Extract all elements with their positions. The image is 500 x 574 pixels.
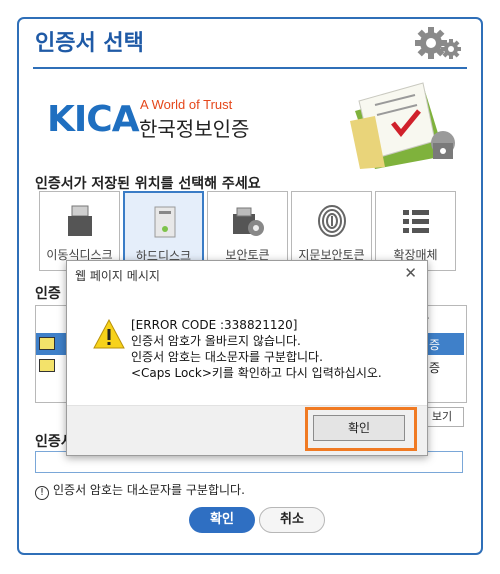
dialog-ok-button[interactable]: 확인 xyxy=(313,415,405,441)
kica-logo-mark: KICA xyxy=(47,99,140,140)
dialog-message: [ERROR CODE :338821120] 인증서 암호가 올바르지 않습니… xyxy=(131,317,382,381)
kica-logo: KICA A World of Trust 한국정보인증 xyxy=(47,95,287,157)
media-fingerprint-token[interactable]: 지문보안토큰 xyxy=(291,191,372,271)
window-title: 인증서 선택 xyxy=(35,31,144,56)
cancel-button[interactable]: 취소 xyxy=(259,507,325,533)
password-hint-text: 인증서 암호는 대소문자를 구분합니다. xyxy=(53,483,245,497)
password-hint: ! 인증서 암호는 대소문자를 구분합니다. xyxy=(35,481,245,500)
certificate-folder-icon xyxy=(350,82,455,169)
title-divider xyxy=(33,67,467,69)
certificate-icon xyxy=(39,337,55,350)
media-security-token[interactable]: 보안토큰 xyxy=(207,191,288,271)
message-line: 인증서 암호는 대소문자를 구분합니다. xyxy=(131,350,323,364)
media-hard-disk[interactable]: 하드디스크 xyxy=(123,191,204,271)
info-icon: ! xyxy=(35,486,49,500)
list-icon xyxy=(403,210,429,233)
cert-list-label: 인증 xyxy=(35,286,61,302)
logo-korean-name: 한국정보인증 xyxy=(139,117,250,141)
settings-gear-icon[interactable] xyxy=(413,25,467,65)
storage-media-row: 이동식디스크 하드디스크 보안토큰 지문보안토큰 확장매체 xyxy=(39,191,459,271)
usb-drive-icon xyxy=(68,205,92,236)
message-line: 인증서 암호가 올바르지 않습니다. xyxy=(131,334,301,348)
security-token-icon xyxy=(233,207,264,236)
dialog-title: 웹 페이지 메시지 xyxy=(75,269,160,283)
fingerprint-icon xyxy=(318,205,346,237)
message-line: <Caps Lock>키를 확인하고 다시 입력하십시오. xyxy=(131,366,382,380)
logo-slogan: A World of Trust xyxy=(140,97,233,112)
location-prompt: 인증서가 저장된 위치를 선택해 주세요 xyxy=(35,176,261,192)
warning-icon xyxy=(93,319,125,349)
media-extended[interactable]: 확장매체 xyxy=(375,191,456,271)
certificate-icon xyxy=(39,359,55,372)
error-code-text: [ERROR CODE :338821120] xyxy=(131,318,298,332)
media-usb-drive[interactable]: 이동식디스크 xyxy=(39,191,120,271)
confirm-button[interactable]: 확인 xyxy=(189,507,255,533)
hard-disk-icon xyxy=(154,206,176,238)
web-page-message-dialog: 웹 페이지 메시지 ✕ [ERROR CODE :338821120] 인증서 … xyxy=(66,260,428,456)
close-icon[interactable]: ✕ xyxy=(404,264,417,282)
